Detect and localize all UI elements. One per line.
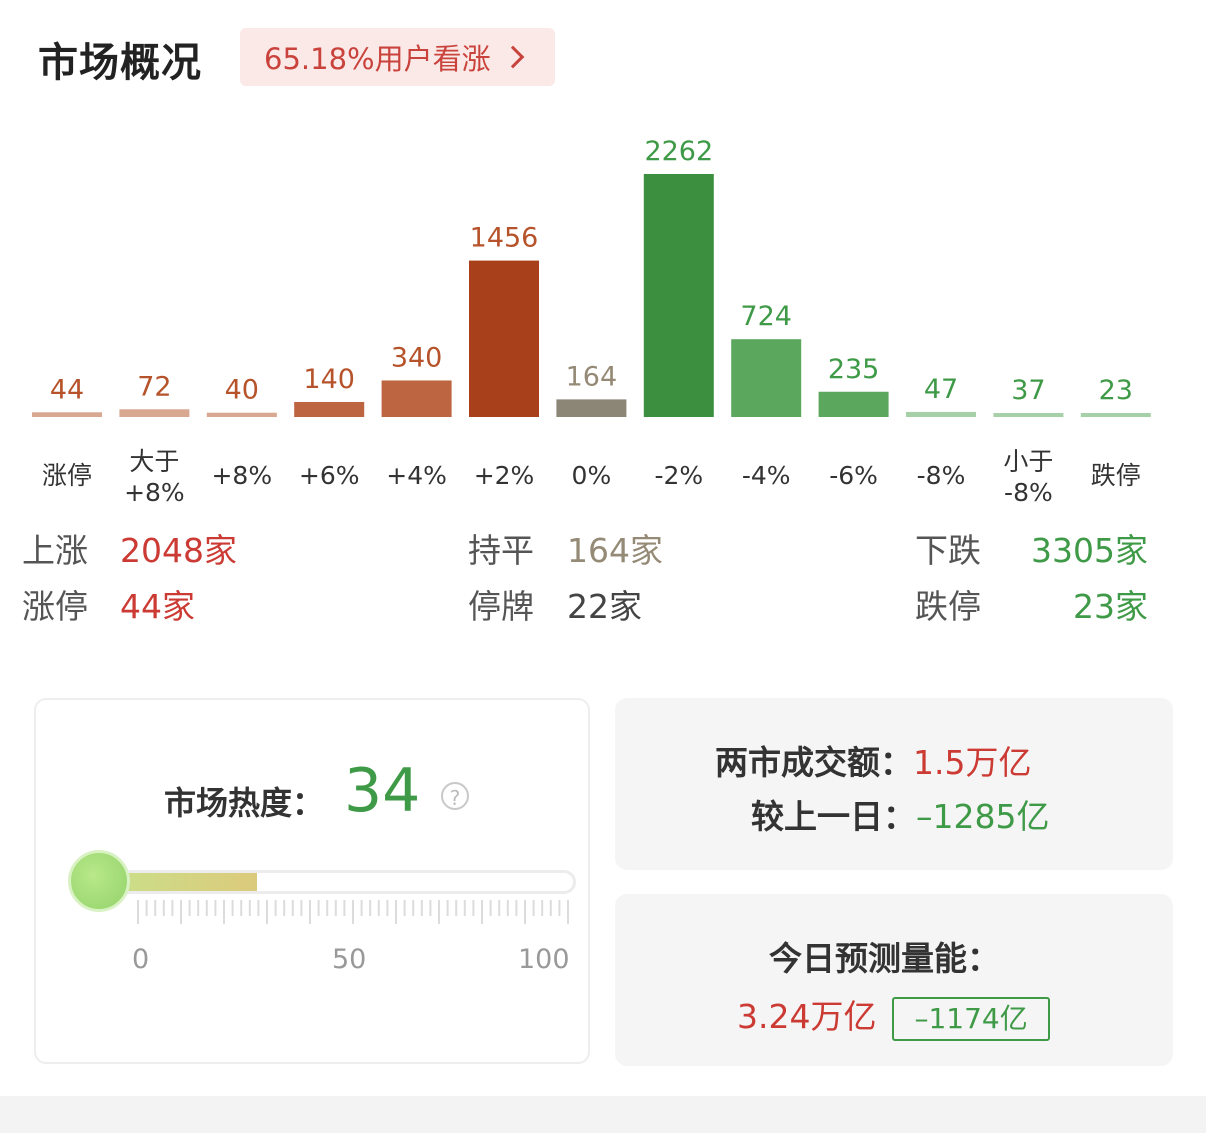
bar-value-label: 37 xyxy=(1011,375,1045,406)
turnover-card: 两市成交额：1.5万亿 较上一日：–1285亿 xyxy=(615,698,1173,870)
heat-gauge-knob xyxy=(68,850,130,912)
turnover-compare-label: 较上一日： xyxy=(751,797,916,836)
forecast-value: 3.24万亿 xyxy=(737,997,877,1036)
turnover-value: 1.5万亿 xyxy=(913,743,1032,782)
x-tick-label: -4% xyxy=(741,461,791,490)
bar-8 xyxy=(731,339,802,417)
bar-11 xyxy=(993,413,1064,417)
stat-down-label: 下跌 xyxy=(915,531,981,570)
bar-value-label: 2262 xyxy=(644,136,713,167)
bar-12 xyxy=(1080,413,1151,417)
stat-flat-value: 164家 xyxy=(567,531,663,570)
x-tick-label: 跌停 xyxy=(1090,461,1141,490)
forecast-card: 今日预测量能： 3.24万亿 –1174亿 xyxy=(615,894,1173,1066)
turnover-label: 两市成交额： xyxy=(715,743,913,782)
bar-value-label: 724 xyxy=(740,301,792,332)
stat-up-value: 2048家 xyxy=(120,531,237,570)
x-tick-label: +6% xyxy=(298,461,360,490)
sentiment-text: 65.18%用户看涨 xyxy=(264,42,491,76)
bar-0 xyxy=(32,412,102,417)
stat-up-label: 上涨 xyxy=(22,531,88,570)
bar-value-label: 44 xyxy=(50,374,84,405)
x-tick-label: -8% xyxy=(916,461,966,490)
heat-gauge-track xyxy=(68,870,576,894)
heat-scale-mid: 50 xyxy=(332,944,367,975)
x-tick-label: -2% xyxy=(654,461,704,490)
page-title: 市场概况 xyxy=(38,40,202,86)
stat-limit-down-value: 23家 xyxy=(1073,587,1148,626)
bar-1 xyxy=(119,409,190,417)
bar-2 xyxy=(206,412,277,417)
x-tick-label: +4% xyxy=(386,461,447,490)
x-tick-label: -6% xyxy=(829,461,878,490)
bar-value-label: 140 xyxy=(303,364,355,395)
forecast-label: 今日预测量能： xyxy=(769,939,1000,978)
bar-value-label: 1456 xyxy=(470,223,539,254)
heat-scale-max: 100 xyxy=(518,944,570,975)
bar-value-label: 47 xyxy=(924,374,958,405)
stat-limit-down-label: 跌停 xyxy=(915,587,981,626)
help-icon[interactable]: ? xyxy=(441,782,469,810)
bar-value-label: 40 xyxy=(225,375,259,406)
bar-value-label: 72 xyxy=(137,371,171,402)
bar-5 xyxy=(469,260,539,417)
market-heat-card: 市场热度： 34 ? 0 50 100 xyxy=(34,698,590,1064)
heat-gauge-ticks xyxy=(137,900,569,924)
bar-value-label: 235 xyxy=(828,354,880,385)
stat-limit-up-label: 涨停 xyxy=(22,587,88,626)
distribution-bar-chart: 44 72 40 140 340 1456 164 2262 724 235 47 37 23 xyxy=(32,136,1151,417)
x-tick-label: 涨停 xyxy=(41,461,92,490)
heat-label: 市场热度： xyxy=(164,784,325,822)
bar-value-label: 23 xyxy=(1099,375,1133,406)
bar-3 xyxy=(294,401,365,417)
x-tick-label: 0% xyxy=(571,461,612,490)
x-tick-label: 大于 +8% xyxy=(124,447,185,507)
heat-value: 34 xyxy=(344,756,421,826)
bottom-divider xyxy=(0,1096,1206,1133)
x-tick-label: +8% xyxy=(211,461,273,490)
stat-suspended-label: 停牌 xyxy=(468,587,534,626)
stat-limit-up-value: 44家 xyxy=(120,587,195,626)
bar-4 xyxy=(381,380,452,417)
chevron-right-icon xyxy=(501,45,524,69)
bar-value-label: 164 xyxy=(566,361,618,392)
stat-down-value: 3305家 xyxy=(1031,531,1148,570)
turnover-compare-value: –1285亿 xyxy=(916,797,1050,836)
bar-6 xyxy=(556,399,627,417)
heat-scale-min: 0 xyxy=(132,944,150,975)
bar-value-label: 340 xyxy=(391,342,443,373)
sentiment-badge[interactable]: 65.18%用户看涨 xyxy=(240,28,555,86)
forecast-change-badge: –1174亿 xyxy=(892,996,1050,1041)
bar-10 xyxy=(906,411,976,417)
x-tick-label: 小于 -8% xyxy=(1003,447,1054,507)
bar-9 xyxy=(818,391,889,417)
x-tick-label: +2% xyxy=(473,461,535,490)
bar-7 xyxy=(643,174,714,417)
stat-flat-label: 持平 xyxy=(468,531,534,570)
stat-suspended-value: 22家 xyxy=(567,587,642,626)
